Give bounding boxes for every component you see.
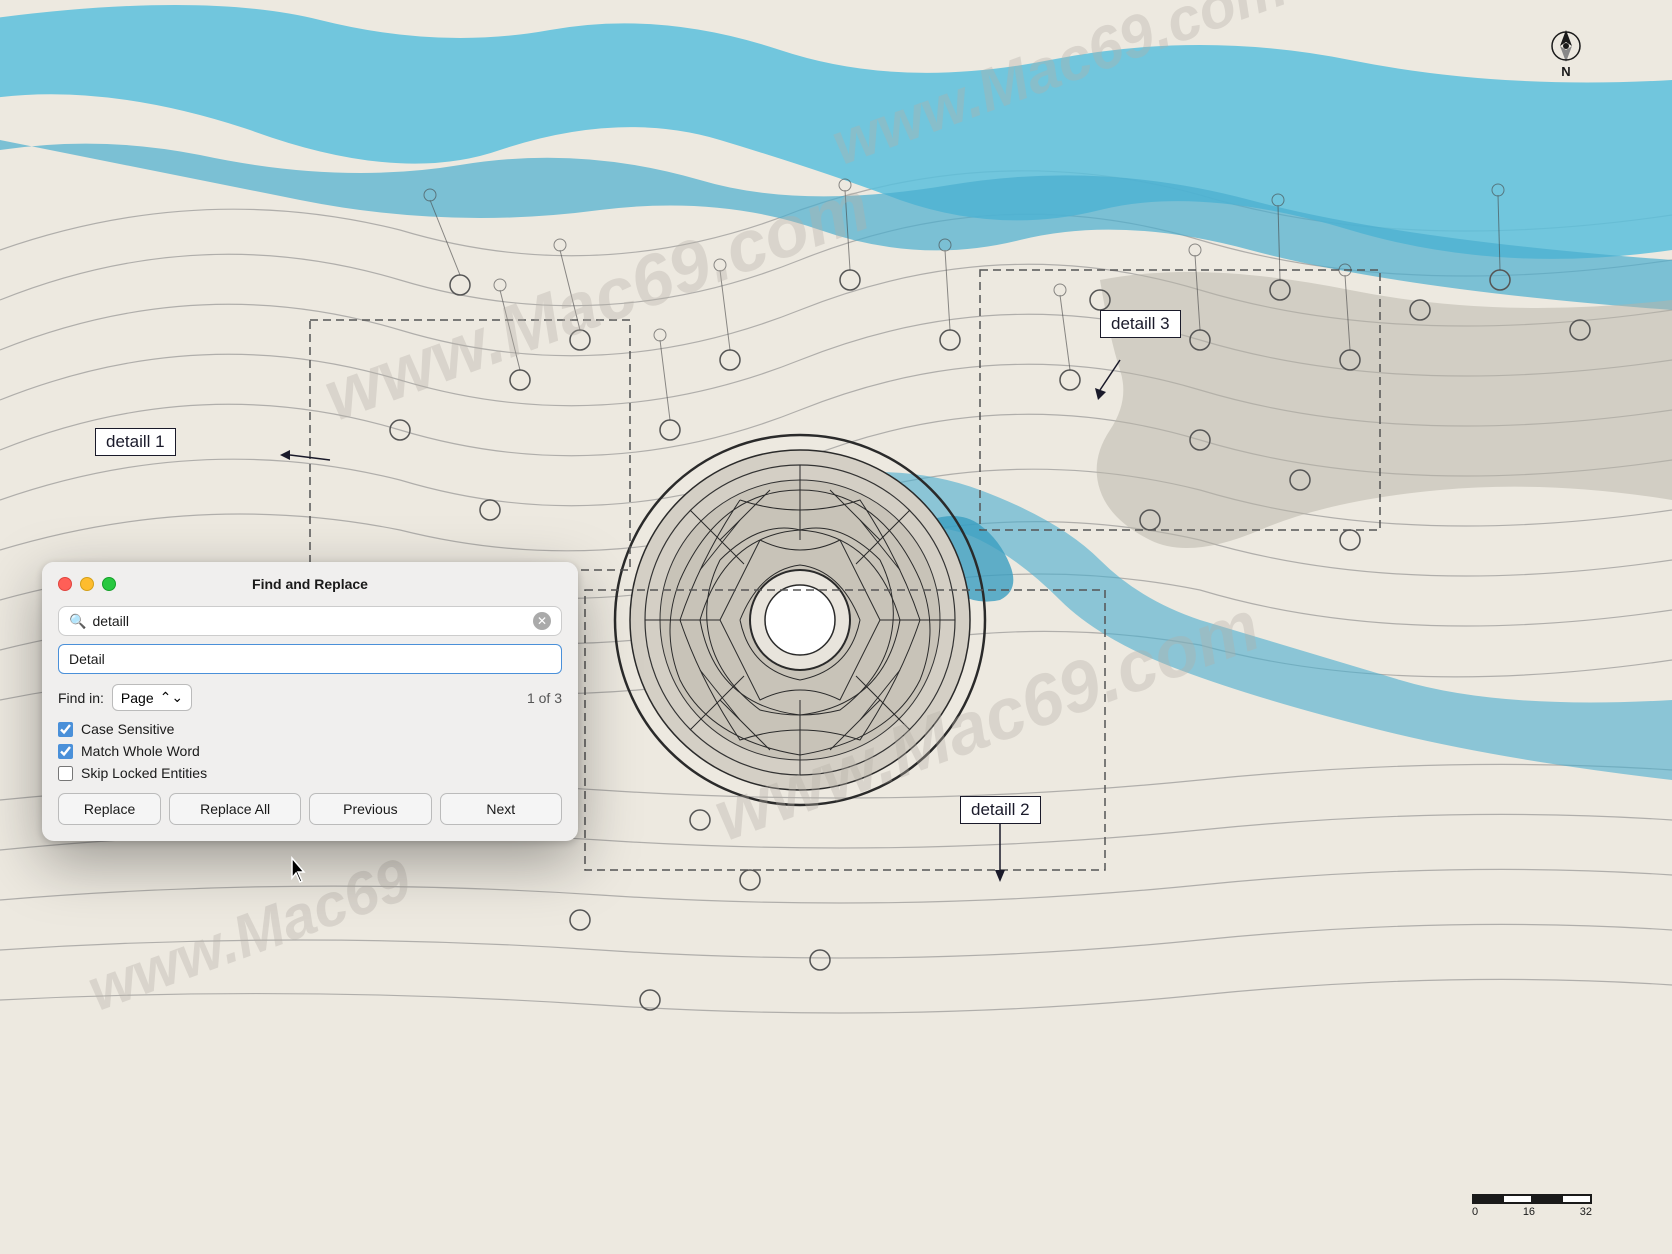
search-row: 🔍 ✕ xyxy=(58,606,562,636)
find-in-select[interactable]: Page ⌃⌄ xyxy=(112,684,192,711)
detail-label-1: detaill 1 xyxy=(95,428,176,456)
match-whole-word-row: Match Whole Word xyxy=(58,743,562,759)
replace-input[interactable] xyxy=(58,644,562,674)
replace-all-button[interactable]: Replace All xyxy=(169,793,301,825)
find-in-row: Find in: Page ⌃⌄ 1 of 3 xyxy=(58,684,562,711)
dialog-body: 🔍 ✕ Find in: Page ⌃⌄ 1 of 3 Case Sensiti… xyxy=(42,602,578,841)
scale-label-32: 32 xyxy=(1580,1206,1592,1218)
detail-label-3: detaill 3 xyxy=(1100,310,1181,338)
north-label: N xyxy=(1561,64,1570,79)
button-row: Replace Replace All Previous Next xyxy=(58,793,562,825)
north-arrow: N xyxy=(1540,28,1592,80)
replace-button[interactable]: Replace xyxy=(58,793,161,825)
skip-locked-label: Skip Locked Entities xyxy=(81,765,207,781)
detail-label-2: detaill 2 xyxy=(960,796,1041,824)
search-icon: 🔍 xyxy=(69,613,86,630)
result-count: 1 of 3 xyxy=(527,690,562,706)
case-sensitive-row: Case Sensitive xyxy=(58,721,562,737)
skip-locked-checkbox[interactable] xyxy=(58,766,73,781)
search-input[interactable] xyxy=(92,613,527,629)
scale-label-0: 0 xyxy=(1472,1206,1478,1218)
dialog-title: Find and Replace xyxy=(58,576,562,592)
find-replace-dialog: Find and Replace 🔍 ✕ Find in: Page ⌃⌄ 1 … xyxy=(42,562,578,841)
skip-locked-row: Skip Locked Entities xyxy=(58,765,562,781)
find-in-value: Page xyxy=(121,690,154,706)
case-sensitive-checkbox[interactable] xyxy=(58,722,73,737)
match-whole-word-checkbox[interactable] xyxy=(58,744,73,759)
scale-bar: 0 16 32 xyxy=(1472,1194,1592,1218)
clear-search-button[interactable]: ✕ xyxy=(533,612,551,630)
previous-button[interactable]: Previous xyxy=(309,793,431,825)
next-button[interactable]: Next xyxy=(440,793,562,825)
dialog-titlebar: Find and Replace xyxy=(42,562,578,602)
case-sensitive-label: Case Sensitive xyxy=(81,721,174,737)
scale-label-16: 16 xyxy=(1523,1206,1535,1218)
chevron-icon: ⌃⌄ xyxy=(160,689,183,706)
match-whole-word-label: Match Whole Word xyxy=(81,743,200,759)
find-in-label: Find in: xyxy=(58,690,104,706)
